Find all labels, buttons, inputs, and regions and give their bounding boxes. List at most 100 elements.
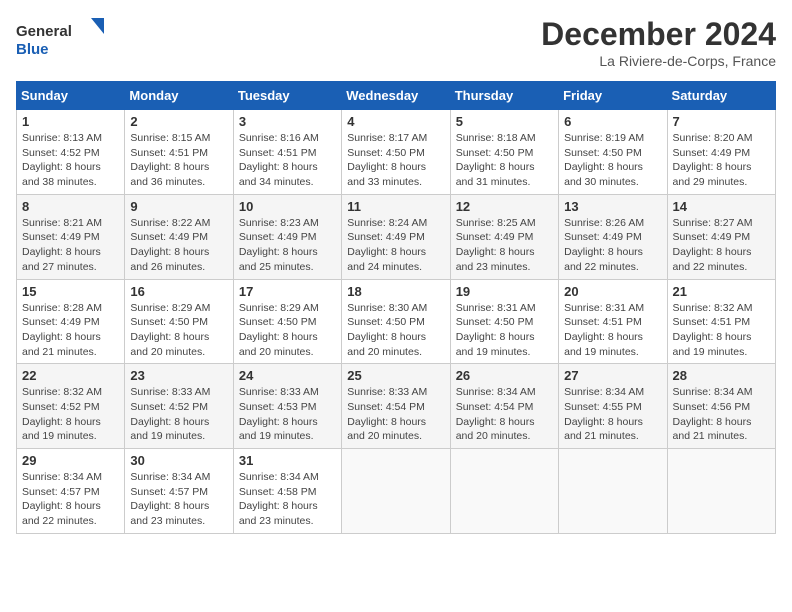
day-number: 10	[239, 199, 336, 214]
day-info: Sunrise: 8:34 AM Sunset: 4:54 PM Dayligh…	[456, 385, 553, 444]
day-info: Sunrise: 8:34 AM Sunset: 4:55 PM Dayligh…	[564, 385, 661, 444]
day-number: 26	[456, 368, 553, 383]
calendar-cell: 15 Sunrise: 8:28 AM Sunset: 4:49 PM Dayl…	[17, 279, 125, 364]
day-number: 15	[22, 284, 119, 299]
day-number: 8	[22, 199, 119, 214]
calendar-week-row: 15 Sunrise: 8:28 AM Sunset: 4:49 PM Dayl…	[17, 279, 776, 364]
calendar-header-tuesday: Tuesday	[233, 82, 341, 110]
day-number: 5	[456, 114, 553, 129]
day-info: Sunrise: 8:15 AM Sunset: 4:51 PM Dayligh…	[130, 131, 227, 190]
day-info: Sunrise: 8:18 AM Sunset: 4:50 PM Dayligh…	[456, 131, 553, 190]
calendar-body: 1 Sunrise: 8:13 AM Sunset: 4:52 PM Dayli…	[17, 110, 776, 534]
calendar-header-friday: Friday	[559, 82, 667, 110]
day-info: Sunrise: 8:33 AM Sunset: 4:53 PM Dayligh…	[239, 385, 336, 444]
calendar-cell: 27 Sunrise: 8:34 AM Sunset: 4:55 PM Dayl…	[559, 364, 667, 449]
day-number: 12	[456, 199, 553, 214]
calendar-cell: 10 Sunrise: 8:23 AM Sunset: 4:49 PM Dayl…	[233, 194, 341, 279]
day-number: 20	[564, 284, 661, 299]
calendar-cell: 14 Sunrise: 8:27 AM Sunset: 4:49 PM Dayl…	[667, 194, 775, 279]
day-number: 16	[130, 284, 227, 299]
calendar-header-thursday: Thursday	[450, 82, 558, 110]
day-number: 18	[347, 284, 444, 299]
location-title: La Riviere-de-Corps, France	[541, 53, 776, 69]
day-number: 4	[347, 114, 444, 129]
day-number: 2	[130, 114, 227, 129]
day-info: Sunrise: 8:19 AM Sunset: 4:50 PM Dayligh…	[564, 131, 661, 190]
day-number: 29	[22, 453, 119, 468]
day-number: 1	[22, 114, 119, 129]
calendar-header-wednesday: Wednesday	[342, 82, 450, 110]
calendar-cell: 1 Sunrise: 8:13 AM Sunset: 4:52 PM Dayli…	[17, 110, 125, 195]
calendar-table: SundayMondayTuesdayWednesdayThursdayFrid…	[16, 81, 776, 534]
day-info: Sunrise: 8:31 AM Sunset: 4:50 PM Dayligh…	[456, 301, 553, 360]
day-number: 31	[239, 453, 336, 468]
calendar-cell: 24 Sunrise: 8:33 AM Sunset: 4:53 PM Dayl…	[233, 364, 341, 449]
page-header: General Blue December 2024 La Riviere-de…	[16, 16, 776, 69]
day-info: Sunrise: 8:32 AM Sunset: 4:51 PM Dayligh…	[673, 301, 770, 360]
day-number: 6	[564, 114, 661, 129]
day-info: Sunrise: 8:20 AM Sunset: 4:49 PM Dayligh…	[673, 131, 770, 190]
day-info: Sunrise: 8:24 AM Sunset: 4:49 PM Dayligh…	[347, 216, 444, 275]
day-info: Sunrise: 8:33 AM Sunset: 4:54 PM Dayligh…	[347, 385, 444, 444]
calendar-cell: 8 Sunrise: 8:21 AM Sunset: 4:49 PM Dayli…	[17, 194, 125, 279]
calendar-cell: 22 Sunrise: 8:32 AM Sunset: 4:52 PM Dayl…	[17, 364, 125, 449]
calendar-cell: 21 Sunrise: 8:32 AM Sunset: 4:51 PM Dayl…	[667, 279, 775, 364]
day-info: Sunrise: 8:21 AM Sunset: 4:49 PM Dayligh…	[22, 216, 119, 275]
day-info: Sunrise: 8:34 AM Sunset: 4:57 PM Dayligh…	[22, 470, 119, 529]
day-number: 30	[130, 453, 227, 468]
calendar-cell: 13 Sunrise: 8:26 AM Sunset: 4:49 PM Dayl…	[559, 194, 667, 279]
calendar-cell: 5 Sunrise: 8:18 AM Sunset: 4:50 PM Dayli…	[450, 110, 558, 195]
day-info: Sunrise: 8:27 AM Sunset: 4:49 PM Dayligh…	[673, 216, 770, 275]
logo-svg: General Blue	[16, 16, 106, 61]
svg-text:Blue: Blue	[16, 41, 49, 58]
day-info: Sunrise: 8:34 AM Sunset: 4:56 PM Dayligh…	[673, 385, 770, 444]
day-number: 21	[673, 284, 770, 299]
calendar-cell: 20 Sunrise: 8:31 AM Sunset: 4:51 PM Dayl…	[559, 279, 667, 364]
calendar-cell: 31 Sunrise: 8:34 AM Sunset: 4:58 PM Dayl…	[233, 449, 341, 534]
calendar-cell: 16 Sunrise: 8:29 AM Sunset: 4:50 PM Dayl…	[125, 279, 233, 364]
calendar-cell: 2 Sunrise: 8:15 AM Sunset: 4:51 PM Dayli…	[125, 110, 233, 195]
day-info: Sunrise: 8:32 AM Sunset: 4:52 PM Dayligh…	[22, 385, 119, 444]
day-number: 14	[673, 199, 770, 214]
calendar-cell	[667, 449, 775, 534]
day-number: 13	[564, 199, 661, 214]
calendar-week-row: 1 Sunrise: 8:13 AM Sunset: 4:52 PM Dayli…	[17, 110, 776, 195]
day-info: Sunrise: 8:31 AM Sunset: 4:51 PM Dayligh…	[564, 301, 661, 360]
logo: General Blue	[16, 16, 106, 61]
calendar-cell: 28 Sunrise: 8:34 AM Sunset: 4:56 PM Dayl…	[667, 364, 775, 449]
title-area: December 2024 La Riviere-de-Corps, Franc…	[541, 16, 776, 69]
calendar-cell: 25 Sunrise: 8:33 AM Sunset: 4:54 PM Dayl…	[342, 364, 450, 449]
calendar-header-row: SundayMondayTuesdayWednesdayThursdayFrid…	[17, 82, 776, 110]
calendar-cell: 26 Sunrise: 8:34 AM Sunset: 4:54 PM Dayl…	[450, 364, 558, 449]
day-info: Sunrise: 8:13 AM Sunset: 4:52 PM Dayligh…	[22, 131, 119, 190]
day-info: Sunrise: 8:16 AM Sunset: 4:51 PM Dayligh…	[239, 131, 336, 190]
day-number: 11	[347, 199, 444, 214]
svg-text:General: General	[16, 23, 72, 40]
calendar-cell: 4 Sunrise: 8:17 AM Sunset: 4:50 PM Dayli…	[342, 110, 450, 195]
calendar-week-row: 8 Sunrise: 8:21 AM Sunset: 4:49 PM Dayli…	[17, 194, 776, 279]
calendar-cell: 12 Sunrise: 8:25 AM Sunset: 4:49 PM Dayl…	[450, 194, 558, 279]
calendar-cell: 23 Sunrise: 8:33 AM Sunset: 4:52 PM Dayl…	[125, 364, 233, 449]
month-title: December 2024	[541, 16, 776, 53]
calendar-cell: 6 Sunrise: 8:19 AM Sunset: 4:50 PM Dayli…	[559, 110, 667, 195]
day-info: Sunrise: 8:28 AM Sunset: 4:49 PM Dayligh…	[22, 301, 119, 360]
calendar-cell: 9 Sunrise: 8:22 AM Sunset: 4:49 PM Dayli…	[125, 194, 233, 279]
day-number: 23	[130, 368, 227, 383]
calendar-cell: 17 Sunrise: 8:29 AM Sunset: 4:50 PM Dayl…	[233, 279, 341, 364]
day-number: 22	[22, 368, 119, 383]
calendar-header-saturday: Saturday	[667, 82, 775, 110]
calendar-cell: 19 Sunrise: 8:31 AM Sunset: 4:50 PM Dayl…	[450, 279, 558, 364]
day-info: Sunrise: 8:22 AM Sunset: 4:49 PM Dayligh…	[130, 216, 227, 275]
day-info: Sunrise: 8:29 AM Sunset: 4:50 PM Dayligh…	[239, 301, 336, 360]
day-info: Sunrise: 8:34 AM Sunset: 4:58 PM Dayligh…	[239, 470, 336, 529]
day-info: Sunrise: 8:30 AM Sunset: 4:50 PM Dayligh…	[347, 301, 444, 360]
calendar-header-sunday: Sunday	[17, 82, 125, 110]
calendar-cell	[450, 449, 558, 534]
day-number: 28	[673, 368, 770, 383]
calendar-cell: 7 Sunrise: 8:20 AM Sunset: 4:49 PM Dayli…	[667, 110, 775, 195]
day-info: Sunrise: 8:29 AM Sunset: 4:50 PM Dayligh…	[130, 301, 227, 360]
calendar-cell: 18 Sunrise: 8:30 AM Sunset: 4:50 PM Dayl…	[342, 279, 450, 364]
calendar-cell	[342, 449, 450, 534]
calendar-cell: 11 Sunrise: 8:24 AM Sunset: 4:49 PM Dayl…	[342, 194, 450, 279]
calendar-week-row: 22 Sunrise: 8:32 AM Sunset: 4:52 PM Dayl…	[17, 364, 776, 449]
